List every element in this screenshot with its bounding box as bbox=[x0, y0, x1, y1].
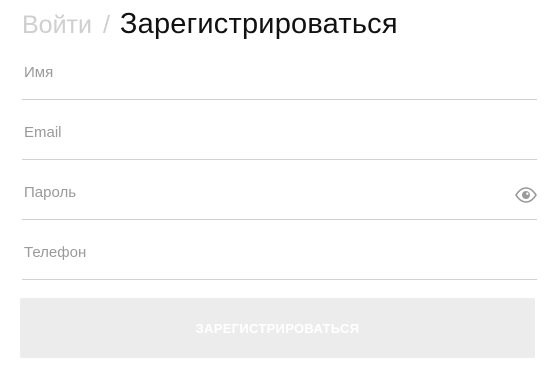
name-field bbox=[22, 40, 537, 100]
email-field bbox=[22, 100, 537, 160]
register-button[interactable]: ЗАРЕГИСТРИРОВАТЬСЯ bbox=[20, 298, 535, 358]
register-form: Войти / Зарегистрироваться ЗАРЕГИСТРИРОВ… bbox=[0, 0, 550, 376]
name-input[interactable] bbox=[24, 61, 504, 83]
email-input[interactable] bbox=[24, 121, 504, 143]
tab-login[interactable]: Войти bbox=[22, 11, 92, 40]
phone-field bbox=[22, 220, 537, 280]
auth-tabs: Войти / Зарегистрироваться bbox=[22, 8, 398, 44]
password-input[interactable] bbox=[24, 181, 504, 203]
password-field bbox=[22, 160, 537, 220]
tab-register[interactable]: Зарегистрироваться bbox=[120, 8, 398, 41]
phone-input[interactable] bbox=[24, 241, 504, 263]
tab-separator: / bbox=[102, 11, 110, 39]
eye-icon[interactable] bbox=[515, 187, 537, 203]
